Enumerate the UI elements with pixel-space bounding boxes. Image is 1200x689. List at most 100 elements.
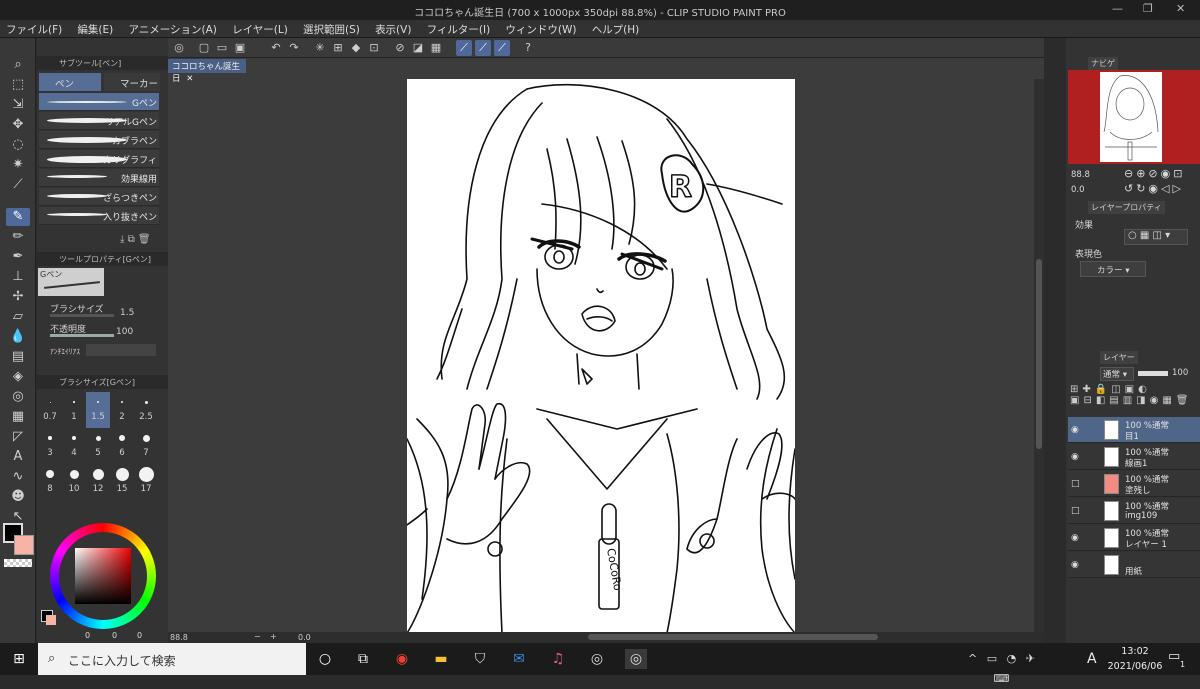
menu-edit[interactable]: 編集(E) <box>71 20 119 38</box>
navigator-rotate-buttons[interactable]: ↺↻◉◁▷ <box>1124 182 1184 195</box>
pen-tool-icon[interactable]: ✎ <box>6 208 30 226</box>
layer-row[interactable]: ◉ 100 %通常 線画1 <box>1068 444 1200 470</box>
brush-size-cell[interactable]: 0.7 <box>38 392 62 428</box>
layer-opacity-value[interactable]: 100 <box>1172 368 1188 378</box>
brush-tool-icon[interactable]: ✒ <box>6 248 30 266</box>
layer-opacity-slider[interactable] <box>1138 371 1168 376</box>
transparent-color-swatch[interactable] <box>4 559 32 567</box>
windows-start-icon[interactable]: ⊞ <box>8 649 30 669</box>
brush-size-cell[interactable]: 10 <box>62 464 86 500</box>
close-tab-icon[interactable]: ✕ <box>186 74 193 84</box>
navigator-angle[interactable]: 0.0 <box>1071 185 1085 195</box>
menu-selection[interactable]: 選択範囲(S) <box>297 20 366 38</box>
clear-outside-icon[interactable]: ⊞ <box>330 40 346 56</box>
layer-row[interactable]: □ 100 %通常 img109 <box>1068 498 1200 524</box>
tab-navigator[interactable]: ナビゲ <box>1088 57 1118 70</box>
eye-icon[interactable]: ◉ <box>1071 452 1079 462</box>
3d-model-icon[interactable]: ☻ <box>6 488 30 506</box>
menu-view[interactable]: 表示(V) <box>369 20 417 38</box>
task-view-icon[interactable]: ⧉ <box>352 649 374 669</box>
brush-item[interactable]: カリグラフィ <box>39 150 159 168</box>
auto-select-icon[interactable]: ✷ <box>6 156 30 174</box>
save-icon[interactable]: ▣ <box>232 40 248 56</box>
subtool-actions[interactable]: ⤓ ⧉ 🗑 <box>120 234 151 245</box>
canvas-vertical-scrollbar[interactable] <box>1034 79 1044 632</box>
eraser-tool-icon[interactable]: ▱ <box>6 308 30 326</box>
layer-row[interactable]: ◉ 用紙 <box>1068 552 1200 578</box>
tab-layer[interactable]: レイヤー <box>1100 351 1138 364</box>
antialias-options[interactable] <box>86 344 156 356</box>
brush-size-cell[interactable]: 1 <box>62 392 86 428</box>
eye-hidden-icon[interactable]: □ <box>1071 479 1080 489</box>
brush-size-cell[interactable]: 8 <box>38 464 62 500</box>
transform-icon[interactable]: ⊡ <box>366 40 382 56</box>
move-tool-icon[interactable]: ✥ <box>6 116 30 134</box>
eyedropper-icon[interactable]: ⟋ <box>6 176 30 194</box>
canvas-paper[interactable]: R CoCoRo <box>407 79 795 633</box>
navigator-view[interactable] <box>1068 70 1200 164</box>
operation-tool-icon[interactable]: ⇲ <box>6 96 30 114</box>
brush-item[interactable]: 入り抜きペン <box>39 207 159 225</box>
brush-size-cell[interactable]: 2 <box>110 392 134 428</box>
brush-size-cell[interactable]: 5 <box>86 428 110 464</box>
zoom-tool-icon[interactable]: ⌕ <box>6 56 30 74</box>
brush-item[interactable]: ざらつきペン <box>39 188 159 206</box>
layer-row[interactable]: ◉ 100 %通常 レイヤー 1 <box>1068 525 1200 551</box>
clear-icon[interactable]: ✳ <box>312 40 328 56</box>
redo-icon[interactable]: ↷ <box>286 40 302 56</box>
clock-date[interactable]: 2021/06/06 <box>1102 661 1168 672</box>
expression-color-select[interactable]: カラー ▾ <box>1080 261 1146 277</box>
gradient-tool-icon[interactable]: ▤ <box>6 348 30 366</box>
tab-layer-property[interactable]: レイヤープロパティ <box>1088 201 1165 214</box>
snap-ruler-icon[interactable]: ⟋ <box>456 40 472 56</box>
document-tab[interactable]: ココロちゃん誕生日 ✕ <box>168 59 246 84</box>
brush-size-value[interactable]: 1.5 <box>120 308 134 318</box>
layer-row[interactable]: □ 100 %通常 塗残し <box>1068 471 1200 497</box>
zoom-in-icon[interactable]: + <box>270 632 277 641</box>
tab-marker[interactable]: マーカー <box>104 73 160 91</box>
eye-icon[interactable]: ◉ <box>1071 560 1079 570</box>
fill-tool-icon[interactable]: ◈ <box>6 368 30 386</box>
opacity-value[interactable]: 100 <box>116 327 133 337</box>
menu-window[interactable]: ウィンドウ(W) <box>499 20 582 38</box>
deselect-icon[interactable]: ⊘ <box>392 40 408 56</box>
chrome-icon[interactable]: ◉ <box>391 649 413 669</box>
navigator-zoom-buttons[interactable]: ⊖⊕⊘◉⊡ <box>1124 167 1185 180</box>
layer-tool-buttons[interactable]: ⊞✚🔒◫▣◐ ▣⊟◧▤▥◨◉▦🗑 <box>1070 384 1200 414</box>
brush-size-cell[interactable]: 6 <box>110 428 134 464</box>
layer-row[interactable]: ◉ 100 %通常 目1 <box>1068 417 1200 443</box>
undo-icon[interactable]: ↶ <box>268 40 284 56</box>
eye-icon[interactable]: ◉ <box>1071 425 1079 435</box>
fill-icon[interactable]: ◆ <box>348 40 364 56</box>
brush-size-cell[interactable]: 1.5 <box>86 392 110 428</box>
brush-size-cell[interactable]: 7 <box>134 428 158 464</box>
brush-item[interactable]: リアルGペン <box>39 112 159 130</box>
effect-buttons[interactable]: ○ ▦ ◫ ▾ <box>1124 229 1188 245</box>
invert-selection-icon[interactable]: ◪ <box>410 40 426 56</box>
menu-layer[interactable]: レイヤー(L) <box>226 20 294 38</box>
brush-item[interactable]: 効果線用 <box>39 169 159 187</box>
brush-size-cell[interactable]: 17 <box>134 464 158 500</box>
itunes-icon[interactable]: ♫ <box>547 649 569 669</box>
store-icon[interactable]: ⛉ <box>469 649 491 669</box>
eye-icon[interactable]: ◉ <box>1071 533 1079 543</box>
brush-size-cell[interactable]: 4 <box>62 428 86 464</box>
minimize-button[interactable]: — <box>1112 2 1123 15</box>
restore-button[interactable]: ❐ <box>1143 2 1153 15</box>
brush-size-cell[interactable]: 15 <box>110 464 134 500</box>
brush-size-slider[interactable] <box>50 314 114 317</box>
sub-color-swatch[interactable] <box>14 535 34 555</box>
airbrush-tool-icon[interactable]: ⊥ <box>6 268 30 286</box>
menu-filter[interactable]: フィルター(I) <box>421 20 497 38</box>
blend-mode-select[interactable]: 通常 ▾ <box>1100 367 1134 381</box>
correct-line-icon[interactable]: ∿ <box>6 468 30 486</box>
zoom-value[interactable]: 88.8 <box>170 633 188 642</box>
mini-sub-color[interactable] <box>46 615 56 625</box>
open-file-icon[interactable]: ▭ <box>214 40 230 56</box>
zoom-out-icon[interactable]: − <box>254 632 261 641</box>
frame-tool-icon[interactable]: ▦ <box>6 408 30 426</box>
tab-pen[interactable]: ペン <box>39 73 101 91</box>
eye-hidden-icon[interactable]: □ <box>1071 506 1080 516</box>
lasso-tool-icon[interactable]: ◌ <box>6 136 30 154</box>
new-file-icon[interactable]: ▢ <box>196 40 212 56</box>
